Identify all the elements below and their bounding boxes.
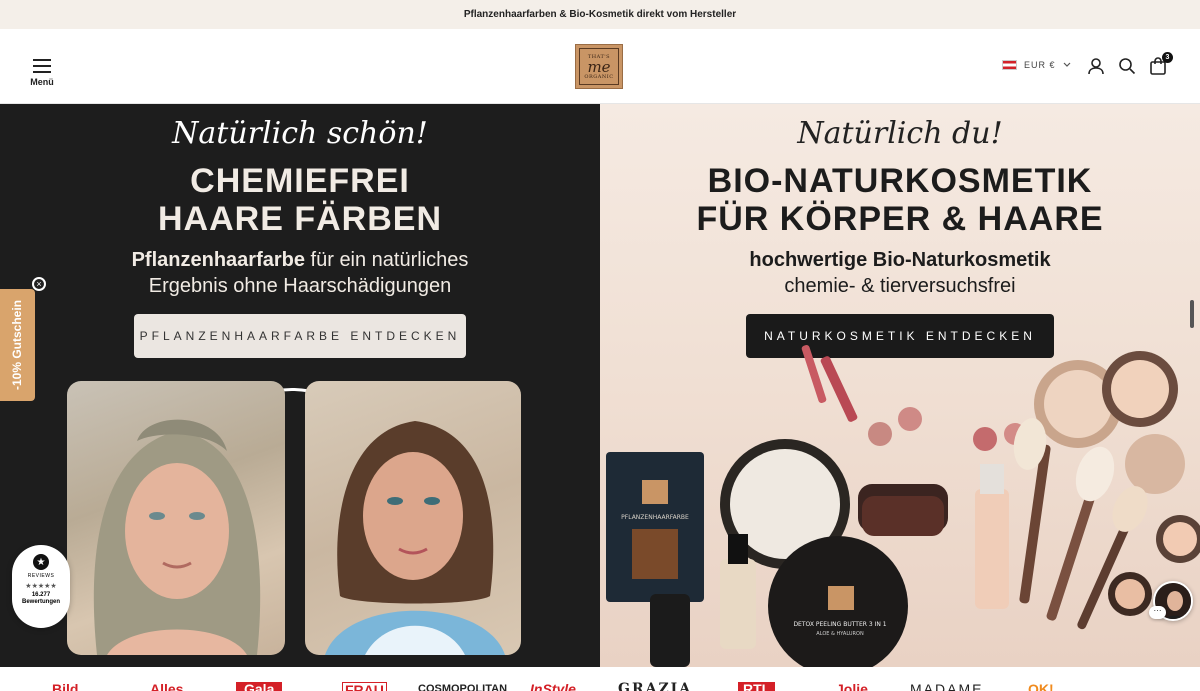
account-icon[interactable] <box>1087 57 1107 77</box>
scrollbar-thumb[interactable] <box>1190 300 1194 328</box>
reviews-name: REVIEWS <box>27 573 55 579</box>
voucher-close-button[interactable]: × <box>32 277 46 291</box>
before-photo <box>67 381 285 655</box>
bag-label-text: PFLANZENHAARFARBE <box>621 514 689 521</box>
voucher-side-tab[interactable]: -10% Gutschein <box>0 289 35 401</box>
cosmetics-product-image: PFLANZENHAARFARBE DETOX PEELING BUTTER 3… <box>606 345 1200 667</box>
press-logos-strip: Bild Alles Gala FRAU COSMOPOLITAN InStyl… <box>0 667 1200 691</box>
menu-button[interactable]: Menü <box>28 59 56 87</box>
press-logo-instyle: InStyle <box>530 681 576 691</box>
currency-selector[interactable]: EUR € <box>1002 60 1071 70</box>
hamburger-icon <box>28 59 56 73</box>
press-logo-ok: OK! <box>1028 681 1054 691</box>
hero-natural-cosmetics[interactable]: Natürlich du! BIO-NATURKOSMETIK FÜR KÖRP… <box>600 104 1200 667</box>
hero-right-title-2: FÜR KÖRPER & HAARE <box>696 200 1104 238</box>
brand-logo[interactable]: THAT'S me ORGANIC <box>575 44 623 89</box>
reviews-stars: ★★★★★ <box>25 583 57 590</box>
site-header: Menü THAT'S me ORGANIC EUR € 3 <box>0 29 1200 104</box>
reviews-star-icon: ★ <box>33 554 49 570</box>
press-logo-alles: Alles <box>150 681 184 691</box>
chevron-down-icon <box>1063 62 1070 67</box>
after-photo <box>305 381 521 655</box>
announcement-bar: Pflanzenhaarfarben & Bio-Kosmetik direkt… <box>0 0 1200 29</box>
hero-left-subtitle-1: Pflanzenhaarfarbe für ein natürliches <box>0 247 600 273</box>
press-logo-cosmopolitan: COSMOPOLITAN <box>418 683 508 691</box>
press-logo-rtl: RTL <box>738 682 776 691</box>
hero-right-subtitle-2: chemie- & tierversuchsfrei <box>784 275 1016 297</box>
jar-sub-text: ALOE & HYALURON <box>816 631 864 637</box>
hero-right-title-1: BIO-NATURKOSMETIK <box>707 162 1093 200</box>
hero-right-subtitle-1: hochwertige Bio-Naturkosmetik <box>749 249 1051 271</box>
press-logo-bild: Bild <box>52 681 79 691</box>
reviews-count-label: Bewertungen <box>21 599 60 605</box>
hero-left-subtitle-bold: Pflanzenhaarfarbe <box>131 249 305 271</box>
menu-label: Menü <box>30 77 54 87</box>
jar-label-text: DETOX PEELING BUTTER 3 IN 1 <box>793 621 886 628</box>
hair-color-cta-button[interactable]: PFLANZENHAARFARBE ENTDECKEN <box>134 314 466 358</box>
hero-left-title-2: HAARE FÄRBEN <box>158 200 442 238</box>
reviews-count: 16.277 Bewertungen <box>22 592 60 606</box>
logo-line2: me <box>587 57 611 76</box>
voucher-label: -10% Gutschein <box>10 299 25 391</box>
press-logo-frau: FRAU <box>342 682 387 691</box>
press-logo-gala: Gala <box>236 682 283 691</box>
cart-count-badge: 3 <box>1162 52 1173 63</box>
hero-left-subtitle-2: Ergebnis ohne Haarschädigungen <box>148 275 452 297</box>
press-logo-madame: MADAME <box>910 681 984 691</box>
reviews-badge[interactable]: ★ REVIEWS ★★★★★ 16.277 Bewertungen <box>12 545 70 628</box>
hero-left-title-1: CHEMIEFREI <box>190 162 410 200</box>
press-logo-grazia: GRAZIA <box>618 681 693 691</box>
search-icon[interactable] <box>1118 57 1138 77</box>
press-logo-jolie: Jolie <box>836 681 868 691</box>
announcement-text: Pflanzenhaarfarben & Bio-Kosmetik direkt… <box>463 9 737 20</box>
hero-hair-color[interactable]: Natürlich schön! CHEMIEFREI HAARE FÄRBEN… <box>0 104 600 667</box>
hero-left-subtitle-rest: für ein natürliches <box>304 249 469 271</box>
hero-right-script: Natürlich du! <box>797 116 1003 151</box>
hero-left-script: Natürlich schön! <box>172 116 428 151</box>
austria-flag-icon <box>1002 60 1017 70</box>
cart-button[interactable]: 3 <box>1149 52 1173 77</box>
reviews-count-number: 16.277 <box>31 592 51 598</box>
currency-label: EUR € <box>1024 60 1056 70</box>
logo-line3: ORGANIC <box>584 73 614 80</box>
chat-typing-icon: ··· <box>1149 606 1166 619</box>
